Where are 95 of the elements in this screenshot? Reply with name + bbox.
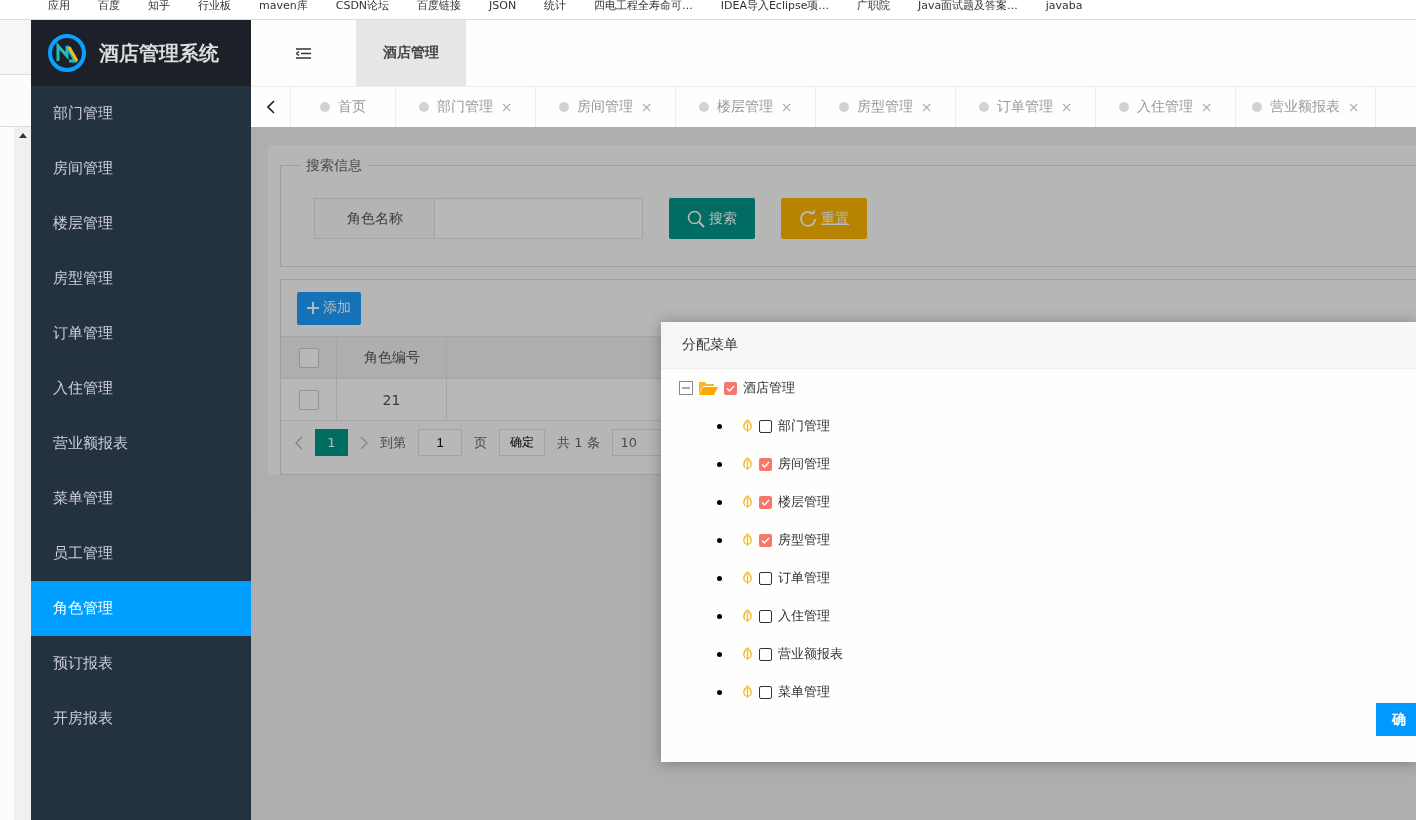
tree-label: 酒店管理	[743, 379, 795, 398]
dot-icon	[418, 102, 429, 112]
tab-label: 房间管理	[576, 98, 633, 116]
sidebar-item[interactable]: 部门管理	[31, 86, 251, 141]
tab-label: 房型管理	[856, 98, 913, 116]
sidebar-item[interactable]: 营业额报表	[31, 416, 251, 471]
checkbox[interactable]	[759, 495, 772, 509]
bookmark-link[interactable]: CSDN论坛	[335, 0, 390, 12]
bookmark-link[interactable]: 四电工程全寿命可...	[594, 0, 693, 12]
bullet-icon	[717, 575, 722, 581]
bookmark-link[interactable]: 知乎	[148, 0, 170, 12]
bookmark-link[interactable]: 统计	[544, 0, 567, 12]
tree-label: 订单管理	[778, 569, 830, 588]
bullet-icon	[717, 613, 722, 619]
leaf-icon	[742, 419, 753, 434]
checkbox[interactable]	[759, 609, 772, 623]
table-cell: 21	[337, 379, 447, 420]
tab-label: 部门管理	[436, 98, 493, 116]
sidebar-item[interactable]: 楼层管理	[31, 196, 251, 251]
chevron-left-icon[interactable]	[266, 100, 275, 114]
search-icon	[687, 209, 705, 228]
bookmark-link[interactable]: 广职院	[857, 0, 890, 12]
logo-icon	[47, 33, 87, 73]
tab-label: 入住管理	[1136, 98, 1193, 116]
dot-icon	[698, 102, 709, 112]
panel-legend: 搜索信息	[301, 157, 367, 175]
leaf-icon	[742, 457, 753, 472]
bullet-icon	[717, 499, 722, 505]
checkbox[interactable]	[759, 647, 772, 661]
dot-icon	[978, 102, 989, 112]
tree-label: 菜单管理	[778, 683, 830, 702]
tree-label: 营业额报表	[778, 645, 843, 664]
sidebar-item[interactable]: 员工管理	[31, 526, 251, 581]
tab-label: 楼层管理	[716, 98, 773, 116]
bookmark-link[interactable]: 百度链接	[417, 0, 462, 12]
bookmark-link[interactable]: IDEA导入Eclipse项...	[720, 0, 829, 12]
folder-icon	[699, 381, 718, 396]
checkbox[interactable]	[759, 533, 772, 547]
sidebar-item[interactable]: 订单管理	[31, 306, 251, 361]
goto-label: 到第	[380, 433, 406, 452]
checkbox[interactable]	[759, 571, 772, 585]
bullet-icon	[717, 537, 722, 543]
checkbox[interactable]	[724, 381, 737, 395]
dot-icon	[838, 102, 849, 112]
leaf-icon	[742, 609, 753, 624]
dot-icon	[558, 102, 569, 112]
tree-label: 入住管理	[778, 607, 830, 626]
leaf-icon	[742, 533, 753, 548]
dialog-title: 分配菜单	[661, 322, 1416, 370]
refresh-icon	[799, 209, 817, 228]
nav-item[interactable]: 酒店管理	[356, 20, 466, 86]
scroll-up-icon[interactable]	[18, 133, 27, 138]
bullet-icon	[717, 423, 722, 429]
bookmark-link[interactable]: Java面试题及答案...	[918, 0, 1018, 12]
tab-label: 首页	[338, 98, 366, 116]
tree-label: 房型管理	[778, 531, 830, 550]
bookmark-link[interactable]: 百度	[98, 0, 120, 12]
total-count: 共 1 条	[557, 433, 600, 452]
bookmark-link[interactable]: JSON	[489, 0, 517, 12]
checkbox[interactable]	[759, 457, 772, 471]
role-name-field[interactable]: 角色名称	[314, 198, 643, 239]
checkbox[interactable]	[759, 419, 772, 433]
tree-label: 房间管理	[778, 455, 830, 474]
page-input[interactable]: 1	[418, 429, 462, 456]
bullet-icon	[717, 461, 722, 467]
page-label: 页	[474, 433, 487, 452]
sidebar-item[interactable]: 房型管理	[31, 251, 251, 306]
tree-label: 楼层管理	[778, 493, 830, 512]
checkbox[interactable]	[759, 685, 772, 699]
sidebar-item[interactable]: 入住管理	[31, 361, 251, 416]
plus-icon	[307, 302, 319, 314]
bookmark-link[interactable]: 行业板	[198, 0, 231, 12]
sidebar-item[interactable]: 预订报表	[31, 636, 251, 691]
sidebar-item[interactable]: 开房报表	[31, 691, 251, 746]
tab-label: 订单管理	[996, 98, 1053, 116]
leaf-icon	[742, 571, 753, 586]
collapse-icon[interactable]	[679, 381, 693, 396]
sidebar-item[interactable]: 房间管理	[31, 141, 251, 196]
bookmark-link[interactable]: 应用	[48, 0, 70, 12]
sidebar-item[interactable]: 菜单管理	[31, 471, 251, 526]
confirm-button[interactable]: 确定	[499, 429, 545, 456]
menu-icon[interactable]	[296, 47, 311, 59]
dot-icon	[320, 102, 330, 112]
tree-label: 部门管理	[778, 417, 830, 436]
bullet-icon	[717, 651, 722, 657]
bookmark-link[interactable]: javaba	[1045, 0, 1083, 12]
bookmark-link[interactable]: maven库	[259, 0, 308, 12]
leaf-icon	[742, 647, 753, 662]
dot-icon	[1118, 102, 1129, 112]
tab-label: 营业额报表	[1269, 98, 1340, 116]
leaf-icon	[742, 685, 753, 700]
dot-icon	[1251, 102, 1262, 112]
bullet-icon	[717, 689, 722, 695]
app-title: 酒店管理系统	[99, 39, 219, 67]
leaf-icon	[742, 495, 753, 510]
